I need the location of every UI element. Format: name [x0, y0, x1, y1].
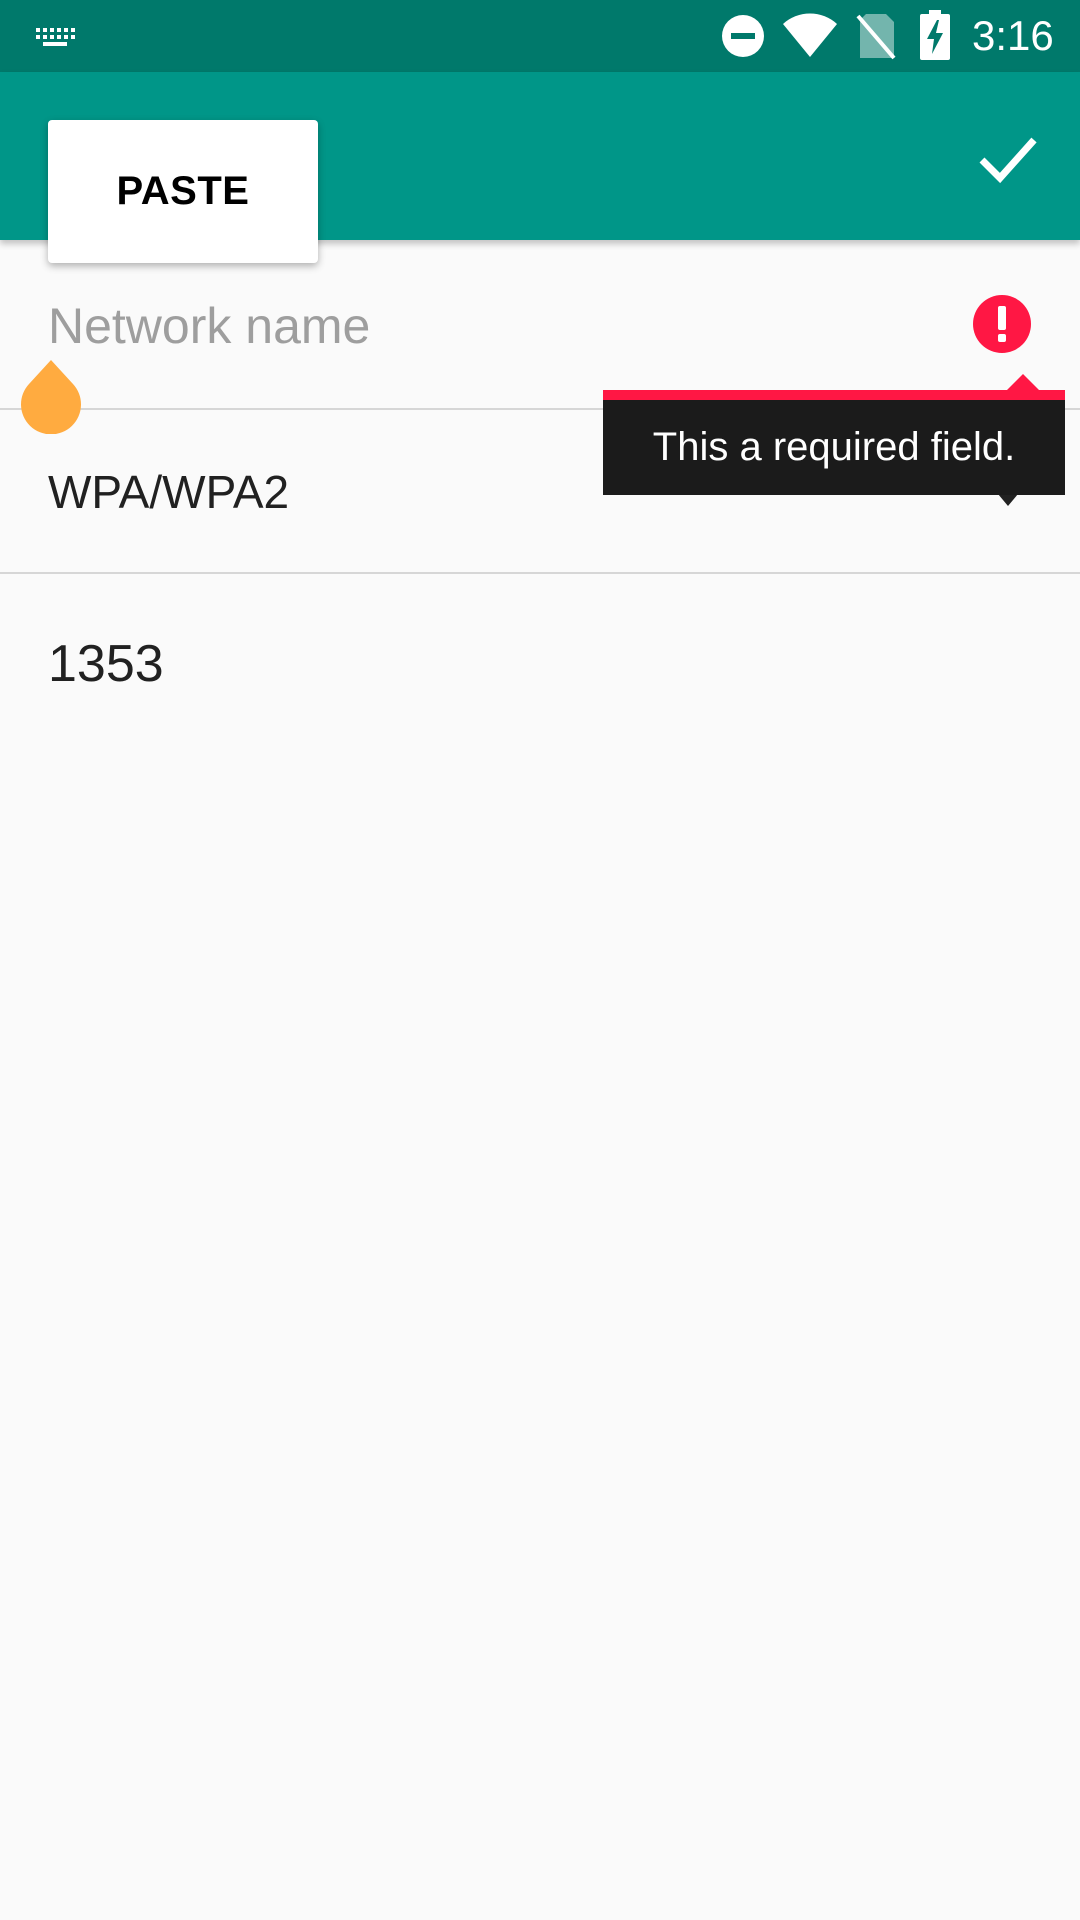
paste-button[interactable]: PASTE — [48, 120, 318, 263]
wifi-icon — [783, 13, 837, 57]
text-cursor-handle[interactable] — [20, 360, 82, 434]
password-value: 1353 — [48, 635, 164, 693]
do-not-disturb-icon — [722, 15, 764, 57]
error-tooltip: This a required field. — [603, 374, 1065, 495]
tooltip-error-bar — [603, 390, 1065, 400]
no-sim-icon — [856, 14, 896, 60]
error-icon[interactable] — [972, 294, 1032, 354]
security-underline — [0, 572, 1080, 574]
security-value: WPA/WPA2 — [48, 466, 290, 518]
wifi-edit-screen: 3:16 Fi PASTE Network name WPA/WPA2 1353 — [0, 0, 1080, 1920]
network-name-placeholder: Network name — [48, 298, 371, 354]
tooltip-body: This a required field. — [603, 400, 1065, 495]
status-bar: 3:16 — [0, 0, 1080, 72]
paste-label: PASTE — [116, 169, 250, 213]
keyboard-icon — [36, 28, 75, 46]
password-field[interactable]: 1353 — [0, 576, 1080, 736]
status-bar-clock: 3:16 — [972, 12, 1054, 59]
tooltip-pointer — [1007, 374, 1039, 390]
check-icon[interactable] — [976, 126, 1040, 190]
error-message: This a required field. — [652, 425, 1016, 469]
network-name-field[interactable]: Network name — [0, 240, 1080, 410]
battery-charging-icon — [920, 10, 950, 60]
